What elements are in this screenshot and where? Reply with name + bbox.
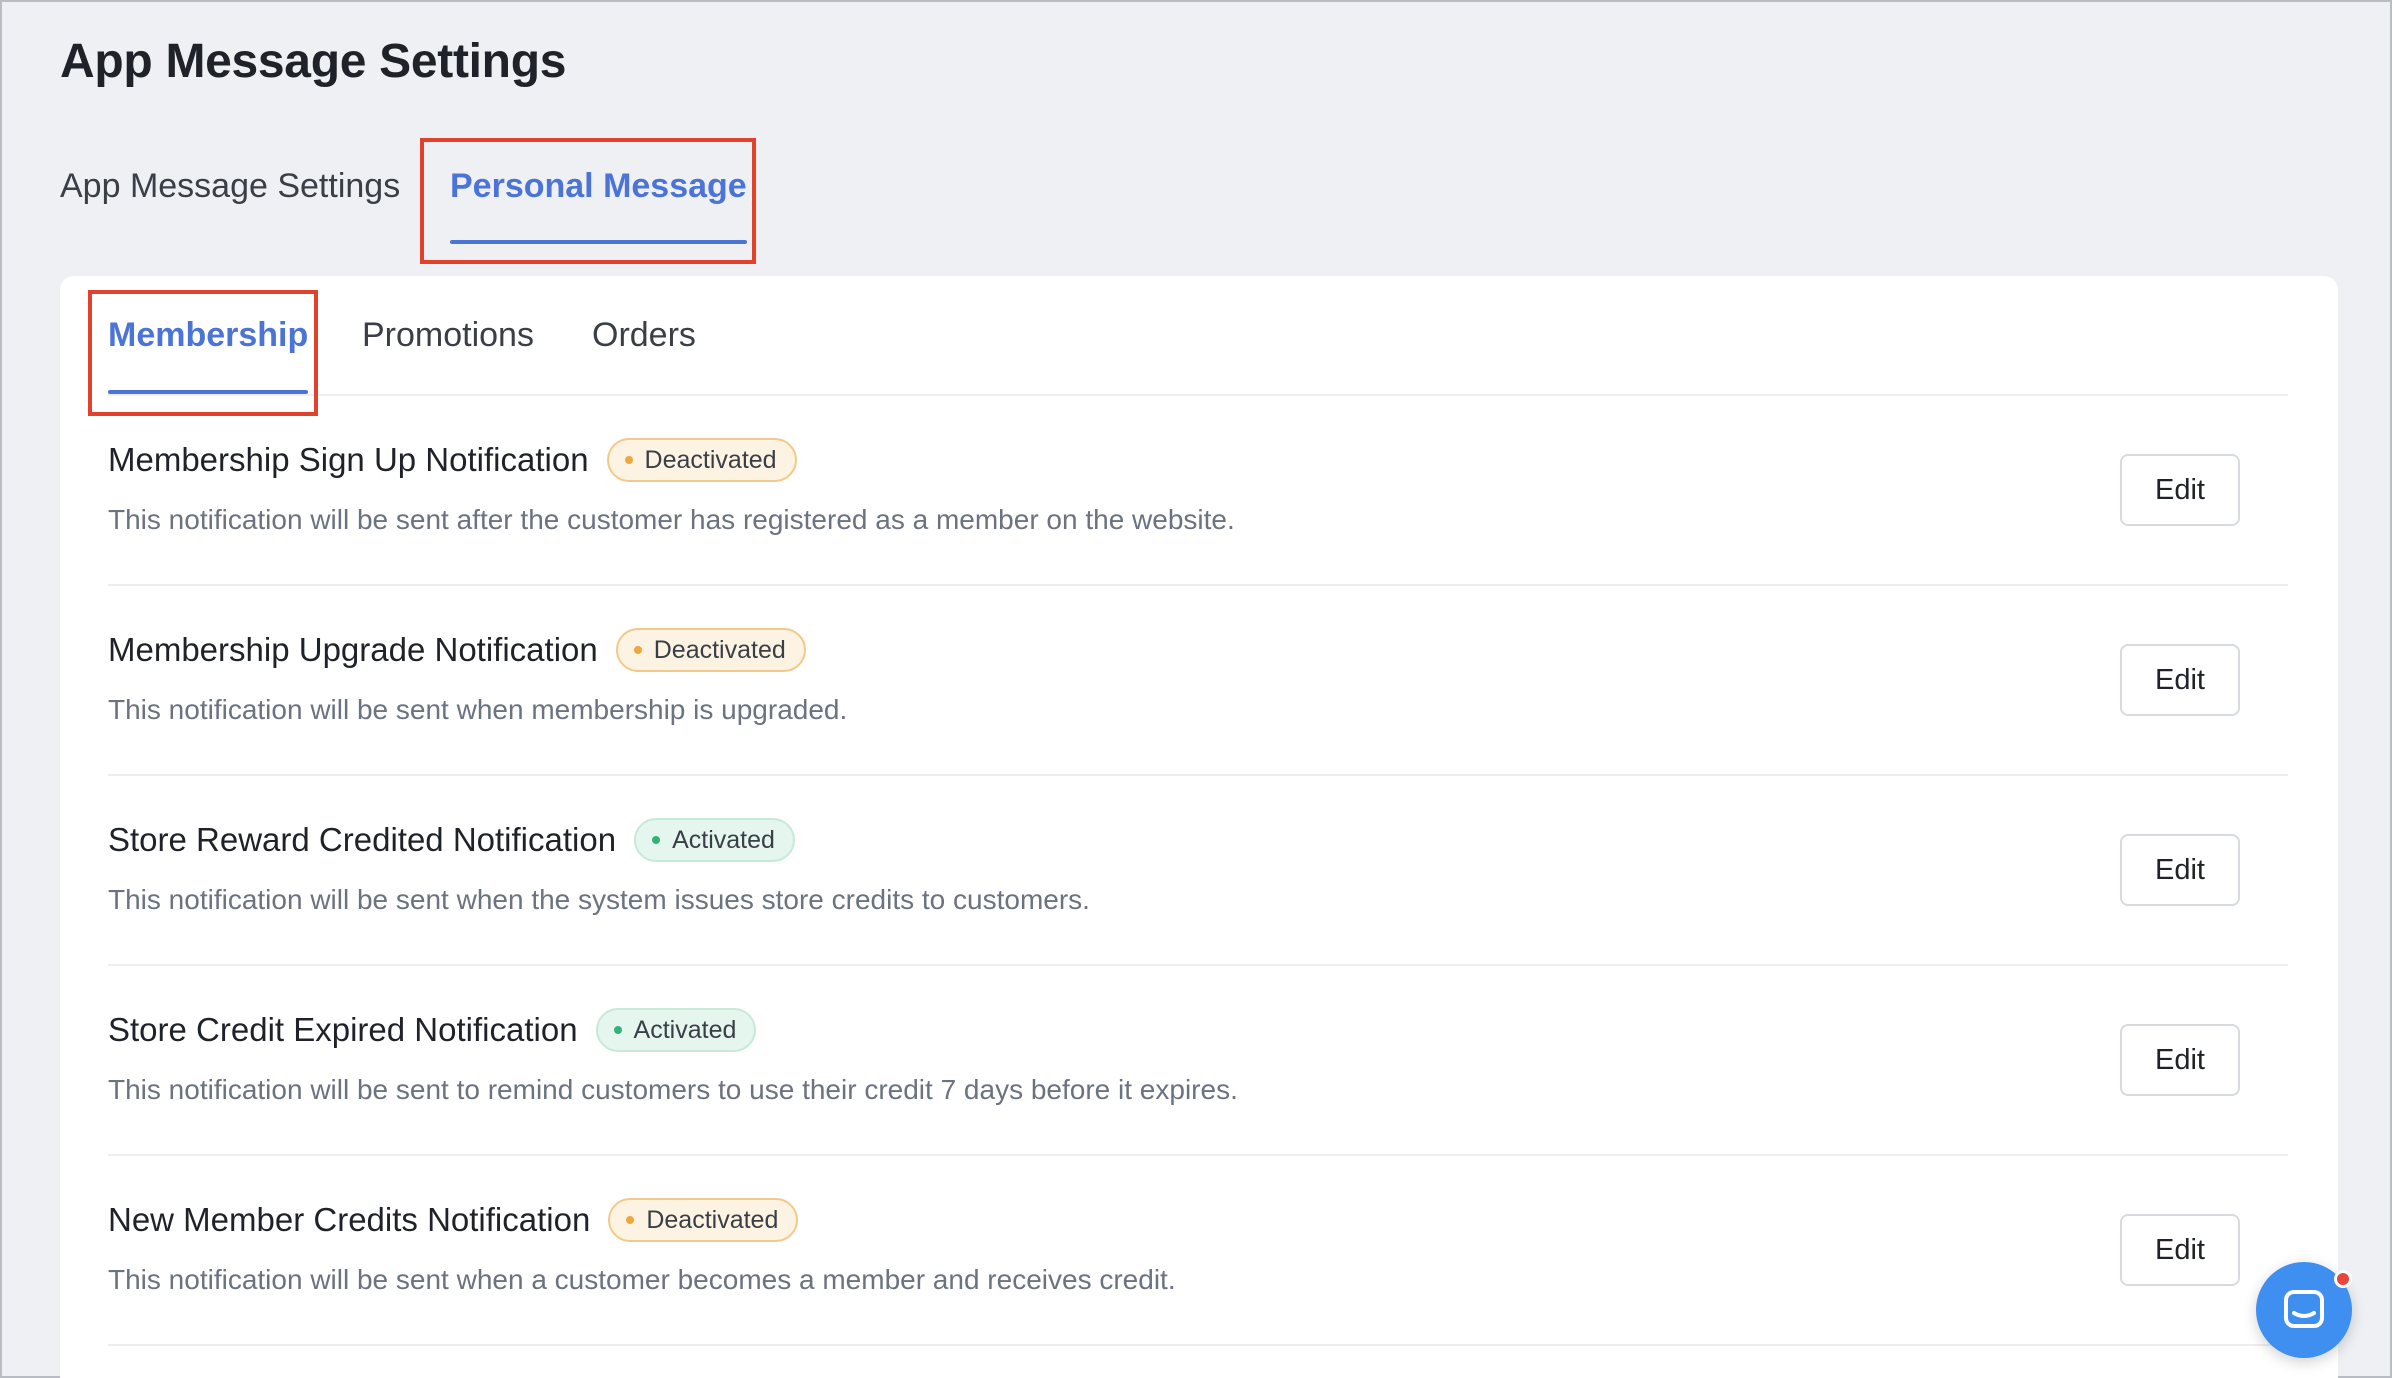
- tab-app-message-settings[interactable]: App Message Settings: [60, 140, 400, 246]
- active-tab-indicator: [450, 240, 747, 244]
- status-badge: Deactivated: [615, 628, 806, 672]
- sub-tab-bar: Membership Promotions Orders: [108, 276, 2288, 396]
- notification-description: This notification will be sent when memb…: [108, 694, 848, 725]
- notification-row: New Member Credits Notification Deactiva…: [108, 1156, 2288, 1346]
- notification-description: This notification will be sent when the …: [108, 884, 1090, 915]
- status-dot-icon: [652, 836, 661, 844]
- notification-description: This notification will be sent to remind…: [108, 1074, 1238, 1105]
- status-label: Deactivated: [646, 1205, 779, 1234]
- chat-bubble-icon: [2284, 1290, 2324, 1328]
- status-dot-icon: [613, 1026, 622, 1034]
- notification-dot: [2334, 1270, 2352, 1288]
- status-dot-icon: [626, 1216, 635, 1224]
- status-label: Deactivated: [653, 635, 786, 664]
- edit-button[interactable]: Edit: [2120, 1024, 2240, 1096]
- status-dot-icon: [624, 456, 633, 464]
- edit-button[interactable]: Edit: [2120, 1214, 2240, 1286]
- notification-description: This notification will be sent after the…: [108, 504, 1235, 535]
- status-label: Activated: [633, 1015, 737, 1044]
- notification-title: Membership Sign Up Notification: [108, 441, 589, 478]
- subtab-membership-label: Membership: [108, 316, 309, 354]
- notification-title: Store Credit Expired Notification: [108, 1011, 578, 1048]
- notifications-card: Membership Promotions Orders Membership …: [60, 276, 2338, 1378]
- notification-row: Store Credit Expired Notification Activa…: [108, 966, 2288, 1156]
- notification-description: This notification will be sent when a cu…: [108, 1264, 1176, 1295]
- edit-button[interactable]: Edit: [2120, 454, 2240, 526]
- notification-list: Membership Sign Up Notification Deactiva…: [108, 396, 2288, 1346]
- tab-personal-message[interactable]: Personal Message: [450, 140, 747, 246]
- status-badge: Activated: [595, 1008, 757, 1052]
- notification-title: Membership Upgrade Notification: [108, 631, 598, 668]
- subtab-promotions[interactable]: Promotions: [362, 316, 534, 355]
- subtab-orders[interactable]: Orders: [592, 316, 696, 355]
- status-badge: Activated: [634, 818, 795, 862]
- active-subtab-indicator: [108, 390, 309, 394]
- edit-button[interactable]: Edit: [2120, 644, 2240, 716]
- notification-title: New Member Credits Notification: [108, 1201, 591, 1238]
- edit-button[interactable]: Edit: [2120, 834, 2240, 906]
- status-dot-icon: [633, 646, 642, 654]
- tab-personal-message-label: Personal Message: [450, 167, 747, 205]
- status-label: Deactivated: [644, 445, 777, 474]
- notification-row: Membership Upgrade Notification Deactiva…: [108, 586, 2288, 776]
- status-badge: Deactivated: [606, 438, 797, 482]
- status-badge: Deactivated: [608, 1198, 799, 1242]
- notification-title: Store Reward Credited Notification: [108, 821, 617, 858]
- status-label: Activated: [672, 825, 775, 854]
- notification-row: Store Reward Credited Notification Activ…: [108, 776, 2288, 966]
- notification-row: Membership Sign Up Notification Deactiva…: [108, 396, 2288, 586]
- page-title: App Message Settings: [60, 35, 567, 88]
- subtab-membership[interactable]: Membership: [108, 316, 309, 394]
